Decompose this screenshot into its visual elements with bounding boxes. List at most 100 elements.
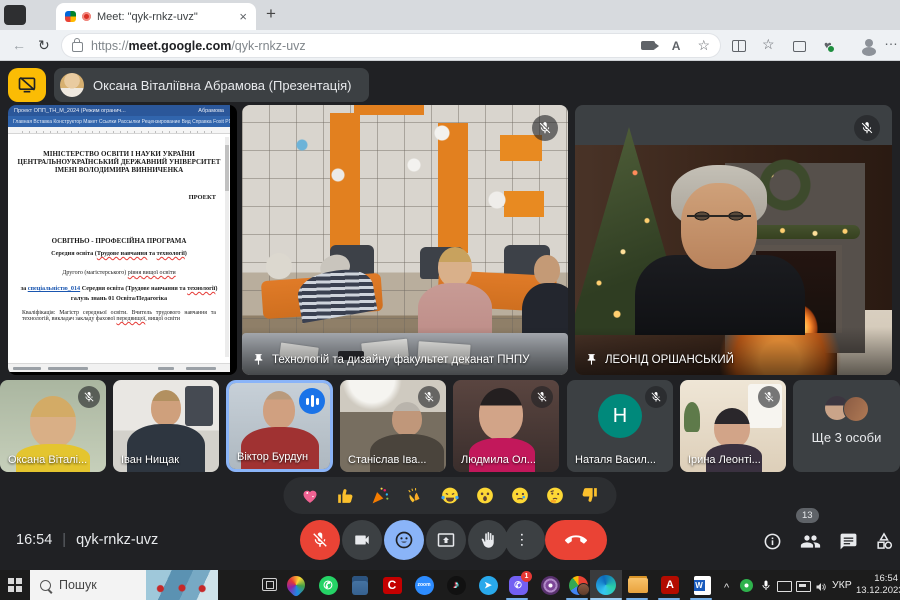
taskbar-clock[interactable]: 16:54 13.12.2023 bbox=[856, 573, 900, 597]
new-tab-button[interactable]: + bbox=[266, 4, 276, 24]
split-screen-icon[interactable] bbox=[732, 40, 746, 52]
microphone-tray-icon[interactable] bbox=[760, 579, 772, 597]
doc-sub-pre: Середня освіта ( bbox=[51, 250, 97, 257]
chrome-icon[interactable] bbox=[566, 573, 590, 597]
tray-expand-icon[interactable]: ^ bbox=[724, 582, 729, 594]
sparkling-heart-reaction[interactable] bbox=[300, 485, 321, 506]
participant-tile-natalya[interactable]: Н Наталя Васил... bbox=[567, 380, 673, 472]
participant-name: Іван Нищак bbox=[121, 454, 180, 466]
red-c-app-icon[interactable]: C bbox=[380, 573, 404, 597]
presenter-banner[interactable]: Оксана Віталіївна Абрамова (Презентація) bbox=[54, 68, 370, 102]
taskbar-search[interactable]: Пошук bbox=[30, 570, 218, 600]
participant-tile-lyudmyla[interactable]: Людмила Ол... bbox=[453, 380, 559, 472]
doc-spec: за спеціальністю_014 Середня освіта (Тру… bbox=[8, 285, 230, 292]
antivirus-tray-icon[interactable] bbox=[740, 579, 753, 592]
volume-tray-icon[interactable] bbox=[815, 580, 827, 598]
acrobat-icon[interactable]: A bbox=[658, 573, 682, 597]
favorites-star-icon[interactable]: ☆ bbox=[697, 37, 710, 54]
mic-off-icon bbox=[531, 386, 553, 408]
chrome-profile-avatar bbox=[577, 583, 590, 596]
browser-tab[interactable]: Meet: "qyk-rnkz-uvz" × bbox=[56, 3, 256, 30]
address-bar[interactable]: https://meet.google.com/qyk-rnkz-uvz A ☆ bbox=[62, 34, 720, 57]
presentation-off-icon bbox=[18, 76, 36, 94]
participant-tile-stanislav[interactable]: Станіслав Іва... bbox=[340, 380, 446, 472]
collections-icon[interactable]: ☆ bbox=[762, 36, 775, 53]
tab-actions-icon[interactable] bbox=[4, 5, 26, 25]
crying-reaction[interactable] bbox=[510, 485, 531, 506]
divider: | bbox=[62, 532, 67, 548]
start-button[interactable] bbox=[8, 578, 22, 592]
raise-hand-button[interactable] bbox=[468, 520, 508, 560]
doc-spec-link: спеціальністю_014 bbox=[27, 285, 81, 292]
doc-subtitle: Середня освіта (Трудове навчання та техн… bbox=[8, 250, 230, 257]
mic-button[interactable] bbox=[300, 520, 340, 560]
thinking-reaction[interactable] bbox=[545, 485, 566, 506]
astonished-reaction[interactable] bbox=[475, 485, 496, 506]
participant-tile-ivan[interactable]: Іван Нищак bbox=[113, 380, 219, 472]
tor-browser-icon[interactable] bbox=[538, 573, 562, 597]
camera-button[interactable] bbox=[342, 520, 382, 560]
presenter-name: Оксана Віталіївна Абрамова (Презентація) bbox=[93, 77, 352, 93]
participant-name: Станіслав Іва... bbox=[348, 454, 427, 466]
meeting-details-button[interactable] bbox=[760, 529, 784, 553]
activities-button[interactable] bbox=[872, 529, 896, 553]
browser-essentials-icon[interactable]: ♥ bbox=[824, 38, 832, 53]
more-options-button[interactable]: … bbox=[505, 520, 545, 560]
party-popper-reaction[interactable] bbox=[370, 485, 391, 506]
decor: zoom bbox=[414, 575, 434, 595]
decor: ♪ bbox=[446, 575, 466, 595]
reload-icon[interactable]: ↻ bbox=[38, 37, 50, 54]
tiktok-icon[interactable]: ♪ bbox=[444, 573, 468, 597]
task-view-icon[interactable] bbox=[262, 578, 277, 591]
word-scrollbar[interactable] bbox=[225, 137, 229, 357]
taskbar-time: 16:54 bbox=[874, 573, 898, 584]
language-indicator[interactable]: УКР bbox=[832, 579, 852, 591]
read-aloud-icon[interactable]: A bbox=[672, 39, 681, 53]
camera-in-use-icon[interactable] bbox=[640, 41, 659, 50]
viber-icon[interactable]: ✆ 1 bbox=[506, 571, 532, 597]
decor bbox=[185, 386, 213, 426]
url-path: /qyk-rnkz-uvz bbox=[231, 38, 306, 53]
people-icon bbox=[800, 534, 820, 548]
zoom-icon[interactable]: zoom bbox=[412, 573, 436, 597]
presentation-tile[interactable]: Проект ОПП_ТН_М_2024 (Режим огранич... А… bbox=[8, 105, 237, 375]
word-icon[interactable]: W bbox=[690, 573, 714, 597]
pin-icon bbox=[587, 354, 596, 365]
calculator-icon[interactable] bbox=[348, 573, 372, 597]
more-participants-tile[interactable]: Ще 3 особи bbox=[793, 380, 900, 472]
speaker-name: ЛЕОНІД ОРШАНСЬКИЙ bbox=[605, 353, 734, 366]
scroll-thumb[interactable] bbox=[225, 145, 229, 191]
present-button[interactable] bbox=[426, 520, 466, 560]
whatsapp-icon[interactable]: ✆ bbox=[316, 573, 340, 597]
edge-icon[interactable] bbox=[594, 573, 618, 597]
back-icon[interactable]: ← bbox=[12, 37, 26, 53]
search-highlight-image[interactable] bbox=[146, 570, 218, 600]
stop-presenting-button[interactable] bbox=[8, 68, 46, 102]
participant-tile-oksana[interactable]: Оксана Віталі... bbox=[0, 380, 106, 472]
browser-menu-icon[interactable]: … bbox=[884, 32, 898, 48]
classroom-tile[interactable]: Технологій та дизайну факультет деканат … bbox=[242, 105, 568, 375]
thumbs-up-reaction[interactable] bbox=[335, 485, 356, 506]
network-tray-icon[interactable] bbox=[796, 581, 811, 592]
tab-groups-icon[interactable] bbox=[793, 38, 809, 52]
paint-app-icon[interactable] bbox=[283, 572, 309, 598]
clapping-hands-reaction[interactable] bbox=[405, 485, 426, 506]
end-call-button[interactable] bbox=[545, 520, 607, 560]
cast-tray-icon[interactable] bbox=[777, 581, 792, 592]
reactions-button[interactable] bbox=[384, 520, 424, 560]
speaker-glasses bbox=[687, 209, 751, 224]
doc-field: галузь знань 01 Освіта/Педагогіка bbox=[70, 295, 168, 302]
speaker-tile[interactable]: ЛЕОНІД ОРШАНСЬКИЙ bbox=[575, 105, 892, 375]
telegram-icon[interactable]: ➤ bbox=[476, 573, 500, 597]
chat-button[interactable] bbox=[836, 529, 860, 553]
thumbs-down-reaction[interactable] bbox=[580, 485, 601, 506]
participant-tile-viktor[interactable]: Віктор Бурдун bbox=[226, 380, 333, 472]
tears-of-joy-reaction[interactable] bbox=[440, 485, 461, 506]
doc-heading-2: ЦЕНТРАЛЬНОУКРАЇНСЬКИЙ ДЕРЖАВНИЙ УНІВЕРСИ… bbox=[17, 158, 221, 166]
mic-off-icon bbox=[758, 386, 780, 408]
file-explorer-icon[interactable] bbox=[626, 573, 650, 597]
activities-shapes-icon bbox=[877, 533, 893, 549]
tab-close-icon[interactable]: × bbox=[239, 10, 247, 23]
participants-button[interactable] bbox=[798, 529, 822, 553]
participant-tile-iryna[interactable]: Ірина Леонті... bbox=[680, 380, 786, 472]
